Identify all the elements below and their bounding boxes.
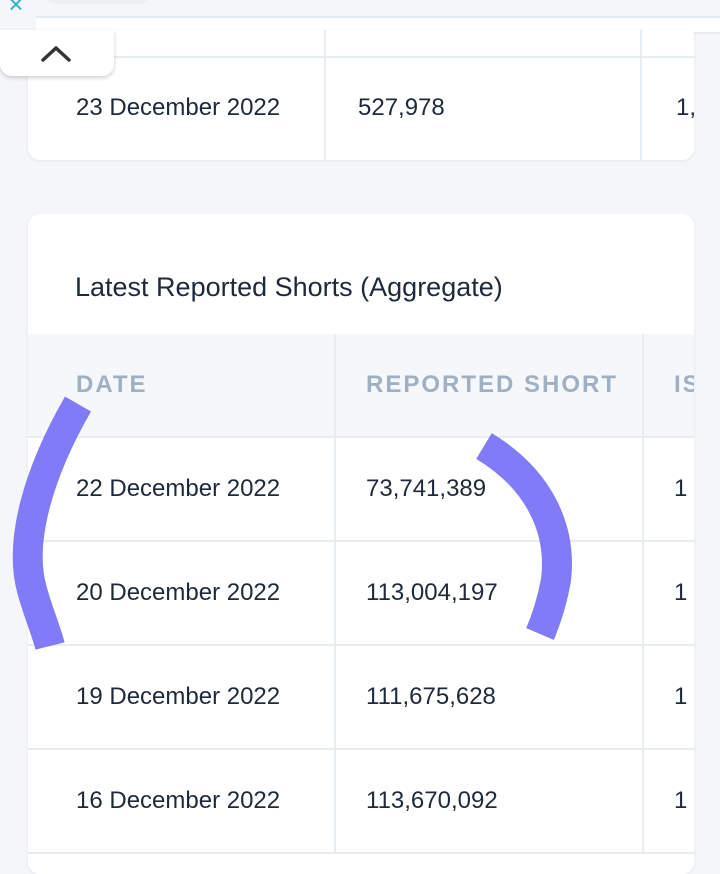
cut-cell: 1 xyxy=(642,646,694,748)
cut-cell: 1 xyxy=(642,542,694,644)
date-cell: 16 December 2022 xyxy=(76,787,281,814)
table-row: 22 December 2022 73,741,389 1 xyxy=(28,438,694,542)
value-cell xyxy=(324,30,624,56)
search-pill xyxy=(42,0,152,4)
cut-cell xyxy=(640,30,694,56)
card-title: Latest Reported Shorts (Aggregate) xyxy=(75,272,503,302)
value-cell: 73,741,389 xyxy=(334,438,634,540)
cut-cell: 1, xyxy=(640,56,694,160)
date-cell: 20 December 2022 xyxy=(76,579,281,606)
table-row: 19 December 2022 111,675,628 1 xyxy=(28,646,694,750)
column-header-reported-short[interactable]: REPORTED SHORT xyxy=(334,334,634,436)
table-row: 20 December 2022 113,004,197 1 xyxy=(28,542,694,646)
previous-table-card: 23 December 2022 527,978 1, xyxy=(28,30,694,160)
table-row xyxy=(28,30,694,58)
cut-cell: 1 xyxy=(642,750,694,852)
date-cell: 19 December 2022 xyxy=(76,683,281,710)
column-header-date[interactable]: DATE xyxy=(76,334,326,436)
top-bar: × xyxy=(0,0,720,34)
chevron-up-icon xyxy=(41,46,71,62)
table-row: 16 December 2022 113,670,092 1 xyxy=(28,750,694,854)
close-icon[interactable]: × xyxy=(2,0,30,17)
collapse-button[interactable] xyxy=(0,30,114,76)
table-header: DATE REPORTED SHORT IS xyxy=(28,334,694,438)
cut-cell: 1 xyxy=(642,438,694,540)
value-cell: 111,675,628 xyxy=(334,646,634,748)
value-cell: 113,670,092 xyxy=(334,750,634,852)
value-cell: 113,004,197 xyxy=(334,542,634,644)
value-cell: 527,978 xyxy=(324,56,624,160)
date-cell: 23 December 2022 xyxy=(76,94,281,121)
table-row: 23 December 2022 527,978 1, xyxy=(28,56,694,160)
aggregate-shorts-card: Latest Reported Shorts (Aggregate) DATE … xyxy=(28,214,694,874)
column-header-issued[interactable]: IS xyxy=(642,334,694,436)
date-cell: 22 December 2022 xyxy=(76,475,281,502)
